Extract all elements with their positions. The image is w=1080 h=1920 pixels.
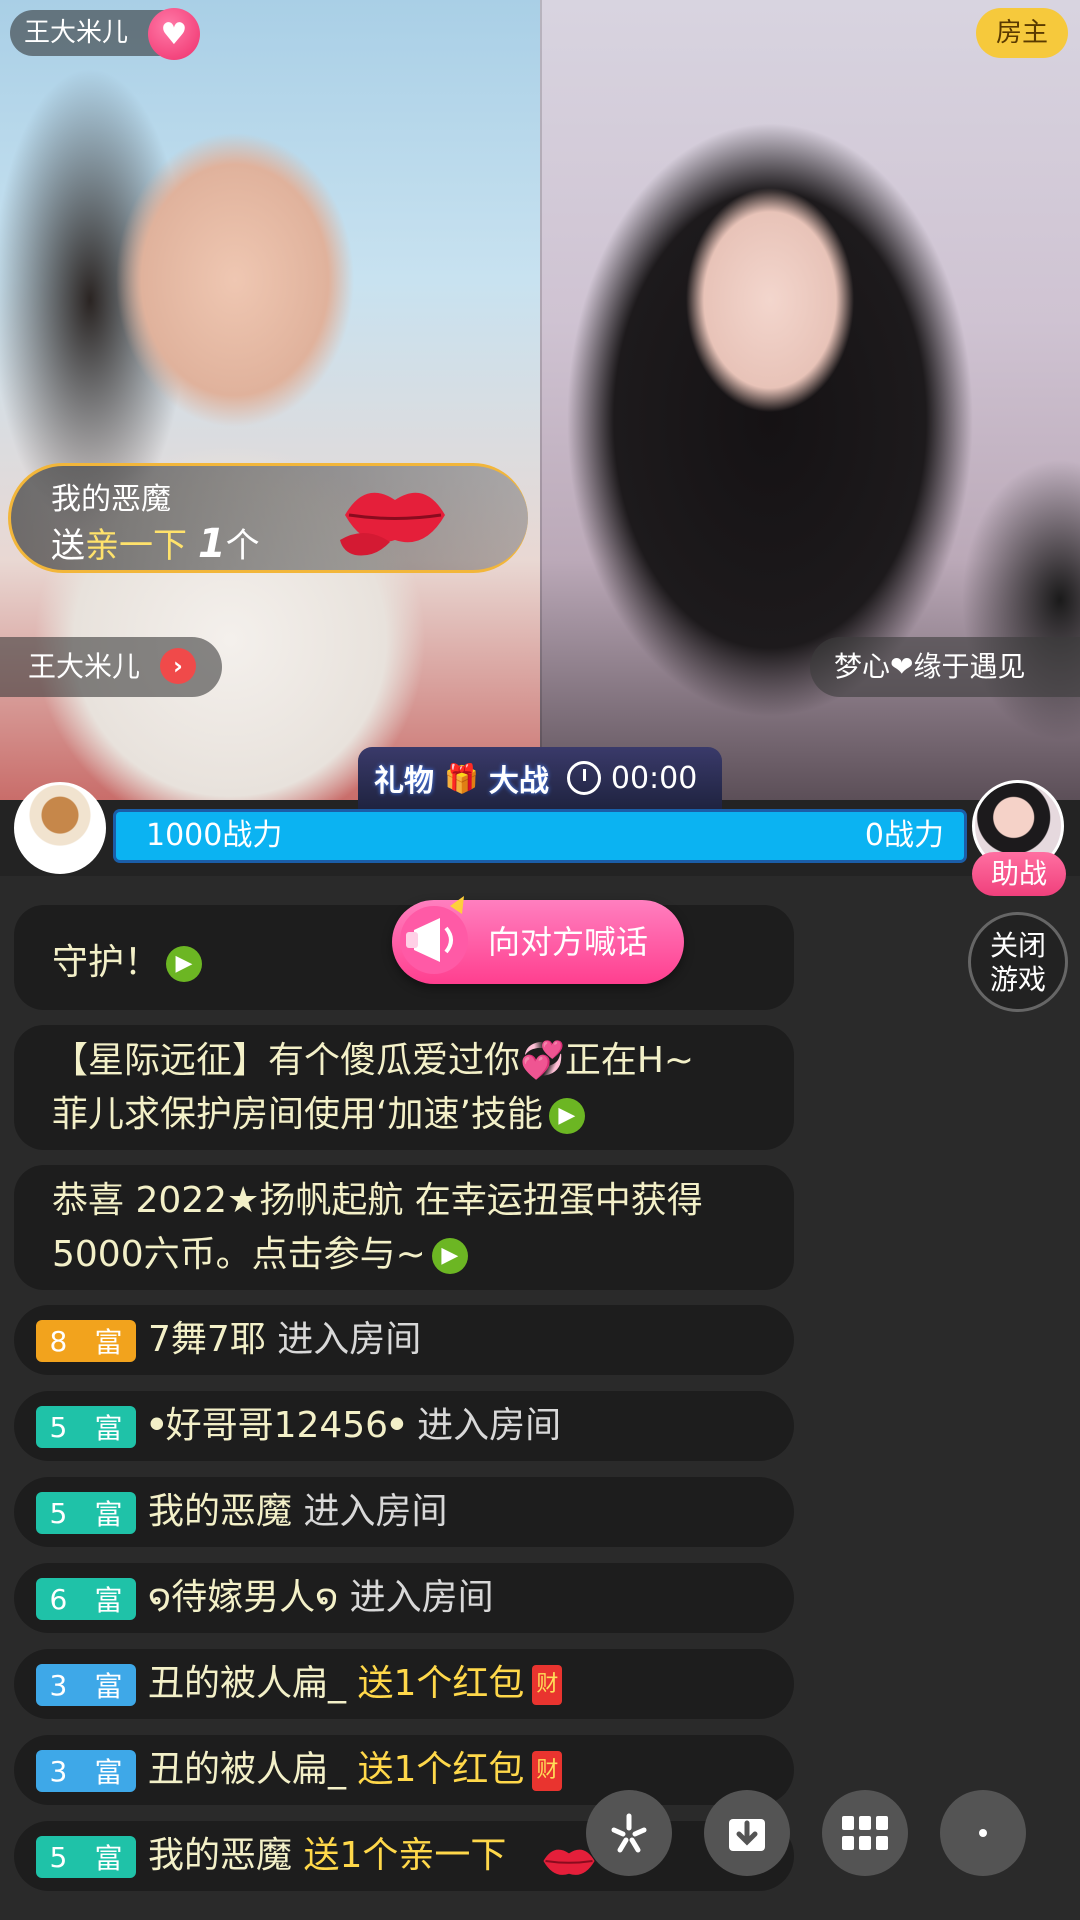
host-badge: 房主 (976, 8, 1068, 58)
lips-kiss-icon (340, 492, 445, 556)
battle-timer: 00:00 (610, 760, 698, 796)
rich-level-badge: 8富 (36, 1320, 136, 1362)
sparkle-button[interactable] (586, 1790, 672, 1876)
grid-menu-button[interactable] (822, 1790, 908, 1876)
rich-level-badge: 5富 (36, 1836, 136, 1878)
chat-row[interactable]: 5富 ꔷ好哥哥12456ꔷ 进入房间 (14, 1391, 794, 1461)
gift-sender: 我的恶魔 (51, 482, 171, 517)
rich-level-badge: 5富 (36, 1406, 136, 1448)
gift-battle-title: 礼物 🎁 大战 00:00 (358, 747, 722, 809)
chat-message[interactable]: 【星际远征】有个傻瓜爱过你💞正在H~ 菲儿求保护房间使用‘加速’技能 ▶ (14, 1025, 794, 1150)
rich-level-badge: 3富 (36, 1750, 136, 1792)
gift-line: 送亲一下 1个 (51, 521, 260, 567)
red-packet-icon: 财 (532, 1751, 563, 1791)
more-icon (979, 1829, 987, 1837)
rich-level-badge: 3富 (36, 1664, 136, 1706)
rich-level-badge: 6富 (36, 1578, 136, 1620)
left-power: 1000战力 (146, 818, 283, 853)
chat-row[interactable]: 5富 我的恶魔 送1个亲一下 (14, 1821, 794, 1891)
chat-row[interactable]: 8富 7舞7耶 进入房间 (14, 1305, 794, 1375)
download-button[interactable] (704, 1790, 790, 1876)
megaphone-icon (400, 896, 468, 974)
sparkle-icon (611, 1813, 647, 1853)
chat-row[interactable]: 3富 丑的被人扁_ 送1个红包财 (14, 1649, 794, 1719)
arrow-right-icon: ▶ (166, 946, 203, 982)
chat-row[interactable]: 6富 ໑待嫁男人໑ 进入房间 (14, 1563, 794, 1633)
avatar[interactable] (14, 782, 106, 874)
hearts-icon: 💞 (520, 1040, 565, 1081)
clock-icon (566, 761, 601, 795)
more-button[interactable] (940, 1790, 1026, 1876)
red-packet-icon: 财 (532, 1665, 563, 1705)
gift-box-icon: 🎁 (444, 761, 479, 795)
grid-icon (842, 1816, 888, 1850)
chat-row[interactable]: 5富 我的恶魔 进入房间 (14, 1477, 794, 1547)
rich-level-badge: 5富 (36, 1492, 136, 1534)
right-power: 0战力 (864, 818, 944, 853)
download-icon (729, 1819, 765, 1851)
assist-button[interactable]: 助战 (972, 852, 1066, 896)
chat-row[interactable]: 3富 丑的被人扁_ 送1个红包财 (14, 1735, 794, 1805)
arrow-right-icon: ▶ (548, 1098, 585, 1134)
chevron-right-icon[interactable]: › (160, 648, 196, 684)
chat-message[interactable]: 恭喜 2022★扬帆起航 在幸运扭蛋中获得 5000六币。点击参与~ ▶ (14, 1165, 794, 1290)
right-name-tag[interactable]: 梦心❤缘于遇见 (810, 637, 1080, 697)
heart-plus-icon[interactable]: ♥ (148, 8, 200, 60)
close-game-button[interactable]: 关闭 游戏 (968, 912, 1068, 1012)
arrow-right-icon: ▶ (431, 1238, 468, 1274)
